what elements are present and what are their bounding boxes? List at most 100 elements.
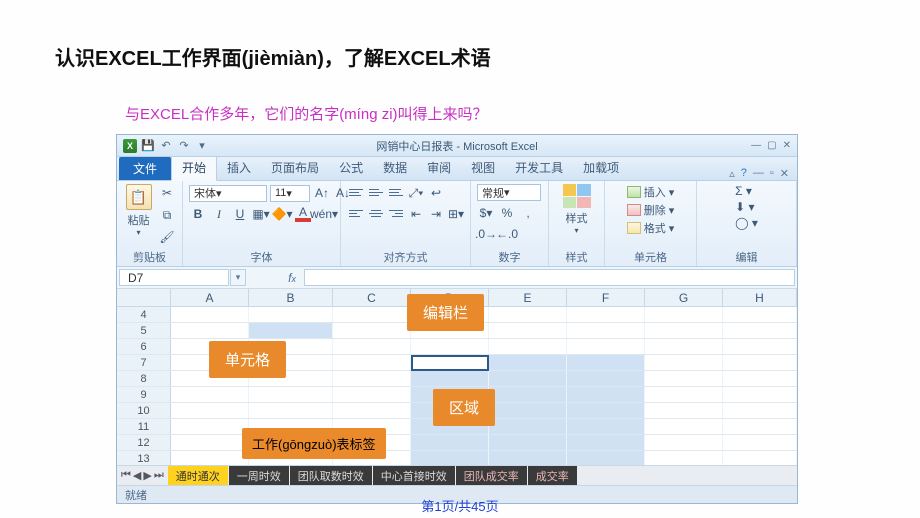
copy-icon[interactable]: ⧉ bbox=[158, 206, 176, 224]
tab-layout[interactable]: 页面布局 bbox=[261, 155, 329, 180]
decrease-decimal-icon[interactable]: ←.0 bbox=[498, 225, 516, 243]
fill-button[interactable]: ⬇ ▾ bbox=[735, 200, 758, 214]
cell[interactable] bbox=[723, 371, 797, 386]
cell[interactable] bbox=[567, 307, 645, 322]
tab-formulas[interactable]: 公式 bbox=[329, 155, 373, 180]
italic-button[interactable]: I bbox=[210, 205, 228, 223]
format-painter-icon[interactable]: 🖌 bbox=[158, 228, 176, 246]
cell[interactable] bbox=[645, 419, 723, 434]
col-header-h[interactable]: H bbox=[723, 289, 797, 306]
decrease-indent-icon[interactable]: ⇤ bbox=[407, 205, 425, 223]
cell[interactable] bbox=[567, 435, 645, 450]
cut-icon[interactable]: ✂ bbox=[158, 184, 176, 202]
clear-button[interactable]: ◯ ▾ bbox=[735, 216, 758, 230]
formula-bar[interactable] bbox=[304, 269, 795, 286]
orientation-icon[interactable]: ⤢▾ bbox=[407, 184, 425, 202]
cell[interactable] bbox=[249, 323, 333, 338]
save-icon[interactable]: 💾 bbox=[141, 139, 155, 153]
cell[interactable] bbox=[411, 451, 489, 466]
cell[interactable] bbox=[723, 307, 797, 322]
bold-button[interactable]: B bbox=[189, 205, 207, 223]
cell[interactable] bbox=[567, 451, 645, 466]
row-header[interactable]: 9 bbox=[117, 387, 171, 402]
redo-icon[interactable]: ↷ bbox=[177, 139, 191, 153]
sheet-tab[interactable]: 团队取数时效 bbox=[290, 466, 372, 486]
close-icon[interactable]: ✕ bbox=[783, 140, 791, 151]
increase-indent-icon[interactable]: ⇥ bbox=[427, 205, 445, 223]
sheet-tab[interactable]: 通时通次 bbox=[168, 466, 228, 486]
cell[interactable] bbox=[411, 339, 489, 354]
cell[interactable] bbox=[333, 403, 411, 418]
cell[interactable] bbox=[249, 307, 333, 322]
paste-button[interactable]: 📋 粘贴 ▾ bbox=[123, 184, 154, 237]
help-icon[interactable]: ? bbox=[741, 167, 747, 180]
cell[interactable] bbox=[567, 403, 645, 418]
cell[interactable] bbox=[489, 323, 567, 338]
cell[interactable] bbox=[333, 339, 411, 354]
fx-icon[interactable]: fx bbox=[288, 271, 296, 285]
number-format-select[interactable]: 常规 ▾ bbox=[477, 184, 541, 201]
name-box[interactable]: D7 bbox=[119, 269, 229, 286]
row-header[interactable]: 11 bbox=[117, 419, 171, 434]
row-header[interactable]: 5 bbox=[117, 323, 171, 338]
cell[interactable] bbox=[333, 323, 411, 338]
cell[interactable] bbox=[645, 307, 723, 322]
col-header-b[interactable]: B bbox=[249, 289, 333, 306]
cell[interactable] bbox=[723, 435, 797, 450]
tab-file[interactable]: 文件 bbox=[119, 157, 171, 180]
align-top-icon[interactable] bbox=[347, 184, 365, 200]
cell[interactable] bbox=[249, 387, 333, 402]
cell[interactable] bbox=[645, 387, 723, 402]
cell[interactable] bbox=[171, 387, 249, 402]
cell[interactable] bbox=[645, 371, 723, 386]
font-name-select[interactable]: 宋体 ▾ bbox=[189, 185, 267, 202]
cell[interactable] bbox=[333, 371, 411, 386]
minimize-icon[interactable]: — bbox=[751, 140, 761, 151]
cell[interactable] bbox=[567, 323, 645, 338]
cell[interactable] bbox=[171, 451, 249, 466]
cell[interactable] bbox=[489, 355, 567, 370]
cell[interactable] bbox=[411, 435, 489, 450]
cell[interactable] bbox=[567, 419, 645, 434]
cell[interactable] bbox=[645, 435, 723, 450]
tab-insert[interactable]: 插入 bbox=[217, 155, 261, 180]
merge-icon[interactable]: ⊞▾ bbox=[447, 205, 465, 223]
align-center-icon[interactable] bbox=[367, 205, 385, 221]
ribbon-minimize-icon[interactable]: ▵ bbox=[729, 167, 735, 180]
cell[interactable] bbox=[411, 355, 489, 370]
cell[interactable] bbox=[567, 387, 645, 402]
cell[interactable] bbox=[333, 355, 411, 370]
cell[interactable] bbox=[333, 307, 411, 322]
cell[interactable] bbox=[645, 323, 723, 338]
fill-color-button[interactable]: 🔶▾ bbox=[273, 205, 291, 223]
doc-minimize-icon[interactable]: — bbox=[753, 167, 764, 180]
cell[interactable] bbox=[411, 371, 489, 386]
sheet-nav-first-icon[interactable]: ⏮ bbox=[121, 469, 131, 482]
sheet-tab[interactable]: 成交率 bbox=[528, 466, 577, 486]
cell[interactable] bbox=[489, 307, 567, 322]
col-header-e[interactable]: E bbox=[489, 289, 567, 306]
row-header[interactable]: 4 bbox=[117, 307, 171, 322]
sheet-tab[interactable]: 一周时效 bbox=[229, 466, 289, 486]
row-header[interactable]: 8 bbox=[117, 371, 171, 386]
align-middle-icon[interactable] bbox=[367, 184, 385, 200]
row-header[interactable]: 7 bbox=[117, 355, 171, 370]
cell[interactable] bbox=[171, 403, 249, 418]
increase-decimal-icon[interactable]: .0→ bbox=[477, 225, 495, 243]
col-header-g[interactable]: G bbox=[645, 289, 723, 306]
maximize-icon[interactable]: ▢ bbox=[767, 140, 776, 151]
currency-icon[interactable]: $▾ bbox=[477, 204, 495, 222]
border-button[interactable]: ▦▾ bbox=[252, 205, 270, 223]
cell[interactable] bbox=[489, 451, 567, 466]
cell[interactable] bbox=[333, 387, 411, 402]
sheet-nav-next-icon[interactable]: ▶ bbox=[143, 469, 151, 482]
sheet-tab[interactable]: 中心首接时效 bbox=[373, 466, 455, 486]
cell[interactable] bbox=[567, 371, 645, 386]
cell[interactable] bbox=[489, 419, 567, 434]
align-bottom-icon[interactable] bbox=[387, 184, 405, 200]
tab-review[interactable]: 审阅 bbox=[417, 155, 461, 180]
doc-restore-icon[interactable]: ▫ bbox=[770, 167, 774, 180]
cell[interactable] bbox=[489, 339, 567, 354]
delete-button[interactable]: 删除 ▾ bbox=[627, 202, 675, 218]
cell[interactable] bbox=[567, 339, 645, 354]
